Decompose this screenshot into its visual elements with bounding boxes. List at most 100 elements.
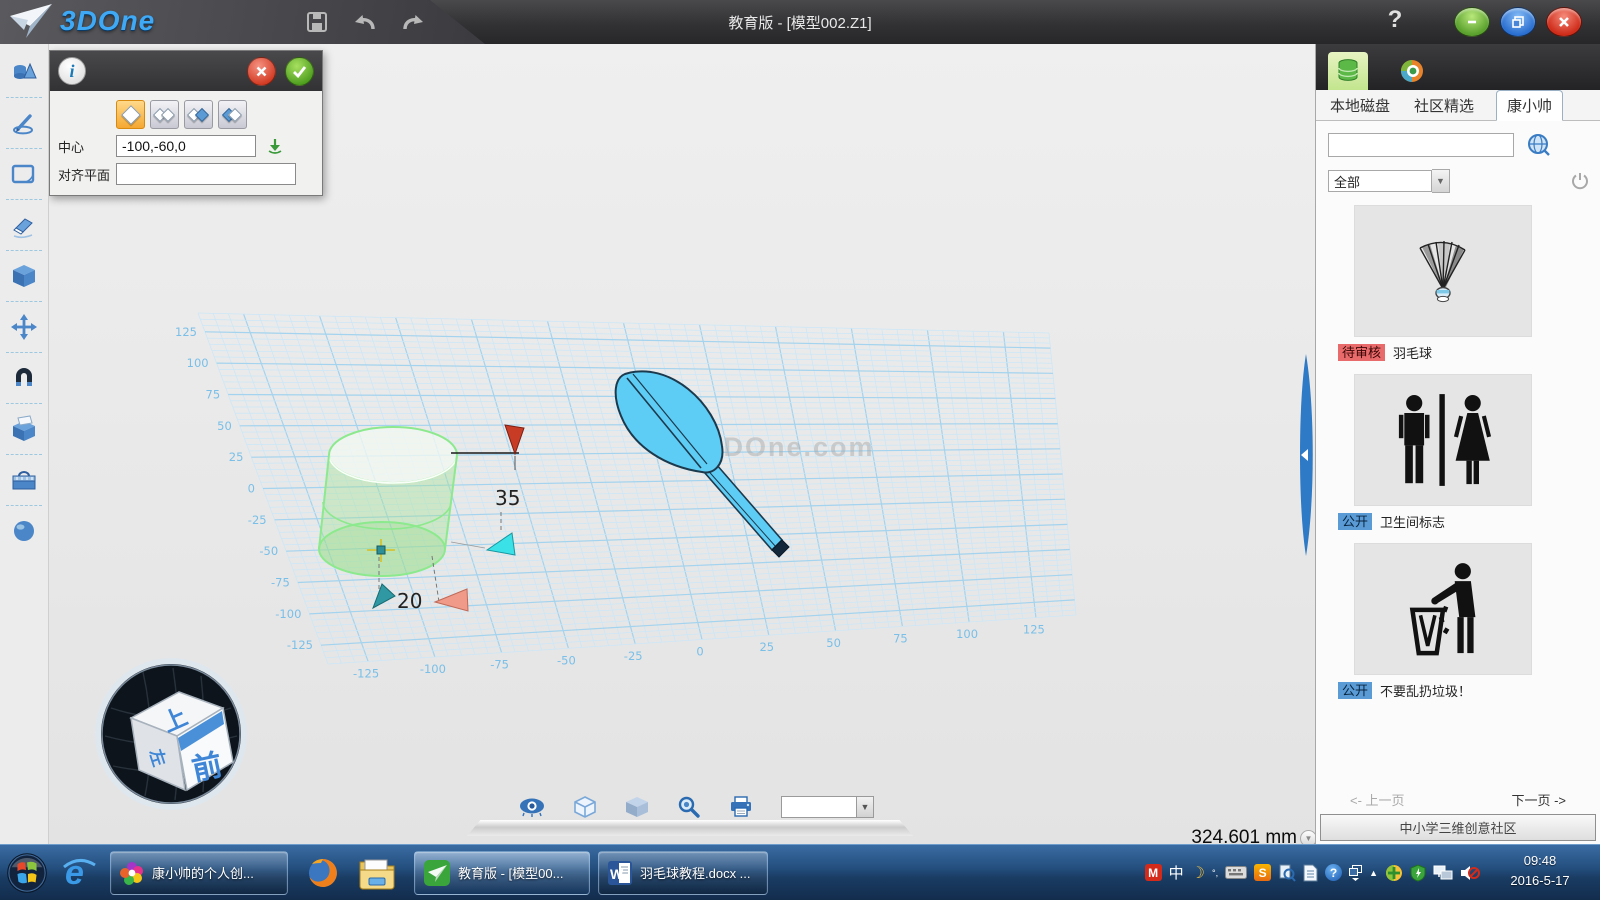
tray-expand-icon[interactable]: ▲ <box>1369 868 1378 878</box>
power-icon[interactable] <box>1570 171 1590 191</box>
watermark: i3DOne.com <box>697 432 875 462</box>
tray-document-icon[interactable] <box>1303 864 1318 882</box>
tray-keyboard-icon[interactable] <box>1225 866 1247 879</box>
tray-network-icon[interactable] <box>1433 865 1453 881</box>
explorer-folder-icon[interactable] <box>356 852 398 894</box>
svg-text:-75: -75 <box>490 658 509 672</box>
taskbar-button-word[interactable]: W 羽毛球教程.docx ... <box>598 851 768 895</box>
dialog-cancel-button[interactable] <box>247 57 276 86</box>
minimize-button[interactable] <box>1454 7 1490 37</box>
viewport-3d[interactable]: 1251007550250-25-50-75-100-125-125-100-7… <box>49 44 1315 845</box>
status-badge: 公开 <box>1338 513 1372 530</box>
start-button[interactable] <box>6 852 48 894</box>
svg-text:0: 0 <box>696 645 703 659</box>
item-thumbnail-shuttlecock[interactable] <box>1354 205 1532 337</box>
tray-shield-icon[interactable] <box>1410 864 1426 882</box>
community-tab-icon[interactable] <box>1392 52 1432 90</box>
tray-moon-icon[interactable]: ☽ <box>1191 863 1205 883</box>
taskbar-button-browser-profile[interactable]: 康小帅的个人创... <box>110 851 288 895</box>
item-thumbnail-no-litter[interactable] <box>1354 543 1532 675</box>
move-tool-icon[interactable] <box>3 307 45 347</box>
tray-restore-window-icon[interactable] <box>1349 865 1362 881</box>
anchor-mode-center-button[interactable] <box>116 100 145 129</box>
firefox-launcher-icon[interactable] <box>302 852 344 894</box>
search-globe-icon[interactable] <box>1526 132 1552 158</box>
no-litter-sign-image <box>1380 554 1506 664</box>
tray-antivirus-icon[interactable] <box>1385 864 1403 882</box>
ie-launcher-icon[interactable]: e <box>58 852 100 894</box>
tray-ime-icon[interactable]: 中 <box>1169 862 1184 883</box>
shaded-mode-icon[interactable] <box>625 796 649 818</box>
render-sphere-tool-icon[interactable] <box>3 511 45 551</box>
primitives-tool-icon[interactable] <box>3 52 45 92</box>
align-plane-field-row: 对齐平面 <box>58 163 314 185</box>
svg-text:0: 0 <box>248 482 255 496</box>
sketch-tool-icon[interactable] <box>3 103 45 143</box>
search-input[interactable] <box>1328 133 1514 157</box>
filter-select[interactable]: 全部 <box>1328 170 1432 192</box>
tray-volume-muted-icon[interactable] <box>1460 864 1480 882</box>
help-button[interactable]: ? <box>1380 6 1410 34</box>
tray-m-icon[interactable]: M <box>1145 864 1162 881</box>
item-thumbnail-restroom[interactable] <box>1354 374 1532 506</box>
feature-cube-tool-icon[interactable] <box>3 256 45 296</box>
svg-text:-100: -100 <box>420 662 446 676</box>
dimension-height-value[interactable]: 35 <box>495 486 520 510</box>
anchor-mode-edge-button[interactable] <box>150 100 179 129</box>
zoom-icon[interactable] <box>677 795 701 819</box>
tray-degree-icon[interactable]: °, <box>1212 868 1218 878</box>
pick-point-icon[interactable] <box>266 137 284 155</box>
sketch-plane-tool-icon[interactable] <box>3 154 45 194</box>
visibility-eye-icon[interactable] <box>519 797 545 817</box>
magnet-tool-icon[interactable] <box>3 358 45 398</box>
dialog-confirm-button[interactable] <box>285 57 314 86</box>
view-preset-value[interactable] <box>781 796 857 818</box>
local-library-tab-icon[interactable] <box>1328 52 1368 90</box>
tab-community-featured[interactable]: 社区精选 <box>1412 91 1476 120</box>
radius-handle-cone[interactable] <box>373 584 395 608</box>
cylinder-object[interactable] <box>319 427 457 576</box>
print-icon[interactable] <box>729 796 753 818</box>
combine-tool-icon[interactable] <box>3 409 45 449</box>
svg-text:W: W <box>610 866 624 882</box>
view-preset-arrow[interactable]: ▼ <box>857 796 874 818</box>
close-button[interactable] <box>1546 7 1582 37</box>
view-cube[interactable]: 前 上 左 <box>93 656 249 812</box>
windows-taskbar: e 康小帅的个人创... 教育版 - [模型00... W 羽毛球教程.docx… <box>0 844 1600 900</box>
tab-local-disk[interactable]: 本地磁盘 <box>1328 91 1392 120</box>
filter-select-arrow[interactable]: ▼ <box>1432 169 1450 193</box>
svg-text:125: 125 <box>175 325 197 339</box>
item-name[interactable]: 不要乱扔垃圾！ <box>1380 681 1471 700</box>
list-item[interactable]: 公开 卫生间标志 <box>1316 374 1600 531</box>
dimension-radius-value[interactable]: 20 <box>397 589 422 613</box>
list-item[interactable]: 待审核 羽毛球 <box>1316 205 1600 362</box>
anchor-mode-point-button[interactable] <box>218 100 247 129</box>
tray-sogou-icon[interactable]: S <box>1254 864 1271 881</box>
wireframe-mode-icon[interactable] <box>573 795 597 819</box>
prev-page-button[interactable]: <- 上一页 <box>1350 790 1405 809</box>
measure-tool-icon[interactable] <box>3 460 45 500</box>
community-site-button[interactable]: 中小学三维创意社区 <box>1320 814 1596 841</box>
sidebar-flyout-handle[interactable] <box>1291 350 1317 560</box>
center-point-marker[interactable] <box>377 546 385 554</box>
item-name[interactable]: 羽毛球 <box>1393 343 1432 362</box>
view-preset-select[interactable]: ▼ <box>781 796 874 818</box>
list-item[interactable]: 公开 不要乱扔垃圾！ <box>1316 543 1600 700</box>
taskbar-button-3done[interactable]: 教育版 - [模型00... <box>414 851 590 895</box>
tab-user[interactable]: 康小帅 <box>1496 90 1563 121</box>
tray-search-doc-icon[interactable] <box>1278 864 1296 882</box>
windows-start-icon <box>6 851 48 895</box>
library-sidebar: 本地磁盘 社区精选 康小帅 全部 ▼ <box>1315 44 1600 845</box>
anchor-mode-corner-button[interactable] <box>184 100 213 129</box>
center-input[interactable] <box>116 135 256 157</box>
taskbar-clock[interactable]: 09:48 2016-5-17 <box>1490 851 1590 891</box>
word-app-icon: W <box>607 860 633 886</box>
svg-text:-25: -25 <box>248 513 267 527</box>
next-page-button[interactable]: 下一页 -> <box>1511 790 1566 809</box>
tray-help-icon[interactable]: ? <box>1325 864 1342 881</box>
item-name[interactable]: 卫生间标志 <box>1380 512 1445 531</box>
svg-text:25: 25 <box>759 640 774 654</box>
eraser-tool-icon[interactable] <box>3 205 45 245</box>
restore-button[interactable] <box>1500 7 1536 37</box>
align-plane-input[interactable] <box>116 163 296 185</box>
